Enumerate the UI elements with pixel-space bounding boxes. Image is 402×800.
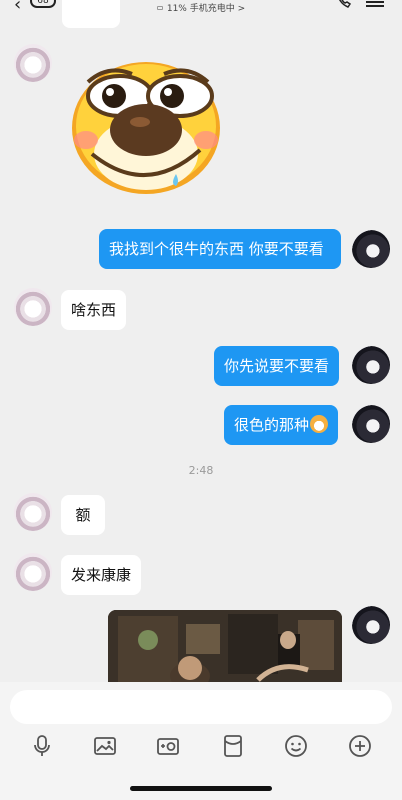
- emoji-icon[interactable]: [284, 734, 308, 758]
- shiba-emoji-icon: [310, 415, 329, 433]
- my-avatar[interactable]: [352, 405, 390, 443]
- battery-icon: [156, 6, 163, 10]
- home-indicator[interactable]: [130, 786, 272, 791]
- incoming-message-bubble[interactable]: 发来康康: [61, 555, 142, 595]
- camera-icon[interactable]: [156, 734, 180, 758]
- image-thumbnail: [108, 610, 342, 690]
- my-avatar[interactable]: [352, 346, 390, 384]
- incoming-message-bubble[interactable]: 额: [61, 495, 105, 535]
- red-packet-icon[interactable]: [221, 734, 245, 758]
- message-timestamp: 2:48: [188, 464, 214, 477]
- contact-avatar[interactable]: [14, 553, 52, 591]
- message-input[interactable]: [10, 690, 392, 724]
- charging-status-text: 11% 手机充电中 >: [166, 4, 246, 14]
- my-avatar[interactable]: [352, 606, 390, 644]
- my-avatar[interactable]: [352, 230, 390, 268]
- outgoing-message-bubble[interactable]: 你先说要不要看: [214, 346, 340, 386]
- phone-call-icon[interactable]: [336, 0, 352, 8]
- menu-icon[interactable]: [366, 0, 384, 7]
- contact-avatar[interactable]: [14, 288, 52, 326]
- top-bar: ‹ 68 11% 手机充电中 >: [0, 0, 402, 15]
- outgoing-message-bubble[interactable]: 我找到个很牛的东西 你要不要看: [99, 229, 341, 269]
- image-icon[interactable]: [93, 734, 117, 758]
- message-text: 很色的那种: [234, 416, 310, 434]
- plus-icon[interactable]: [348, 734, 372, 758]
- input-area: [0, 682, 402, 800]
- microphone-icon[interactable]: [30, 734, 54, 758]
- contact-avatar[interactable]: [14, 493, 52, 531]
- contact-avatar[interactable]: [14, 44, 52, 82]
- incoming-message-bubble[interactable]: 啥东西: [61, 290, 127, 330]
- outgoing-message-bubble[interactable]: 很色的那种: [224, 405, 339, 445]
- partial-message-bubble[interactable]: [62, 0, 120, 28]
- chat-screen: ‹ 68 11% 手机充电中 > 我找到个很牛的东西 你要不要看 啥东西 你先说…: [0, 0, 402, 800]
- sticker-message[interactable]: [68, 42, 228, 197]
- image-message[interactable]: [108, 610, 342, 690]
